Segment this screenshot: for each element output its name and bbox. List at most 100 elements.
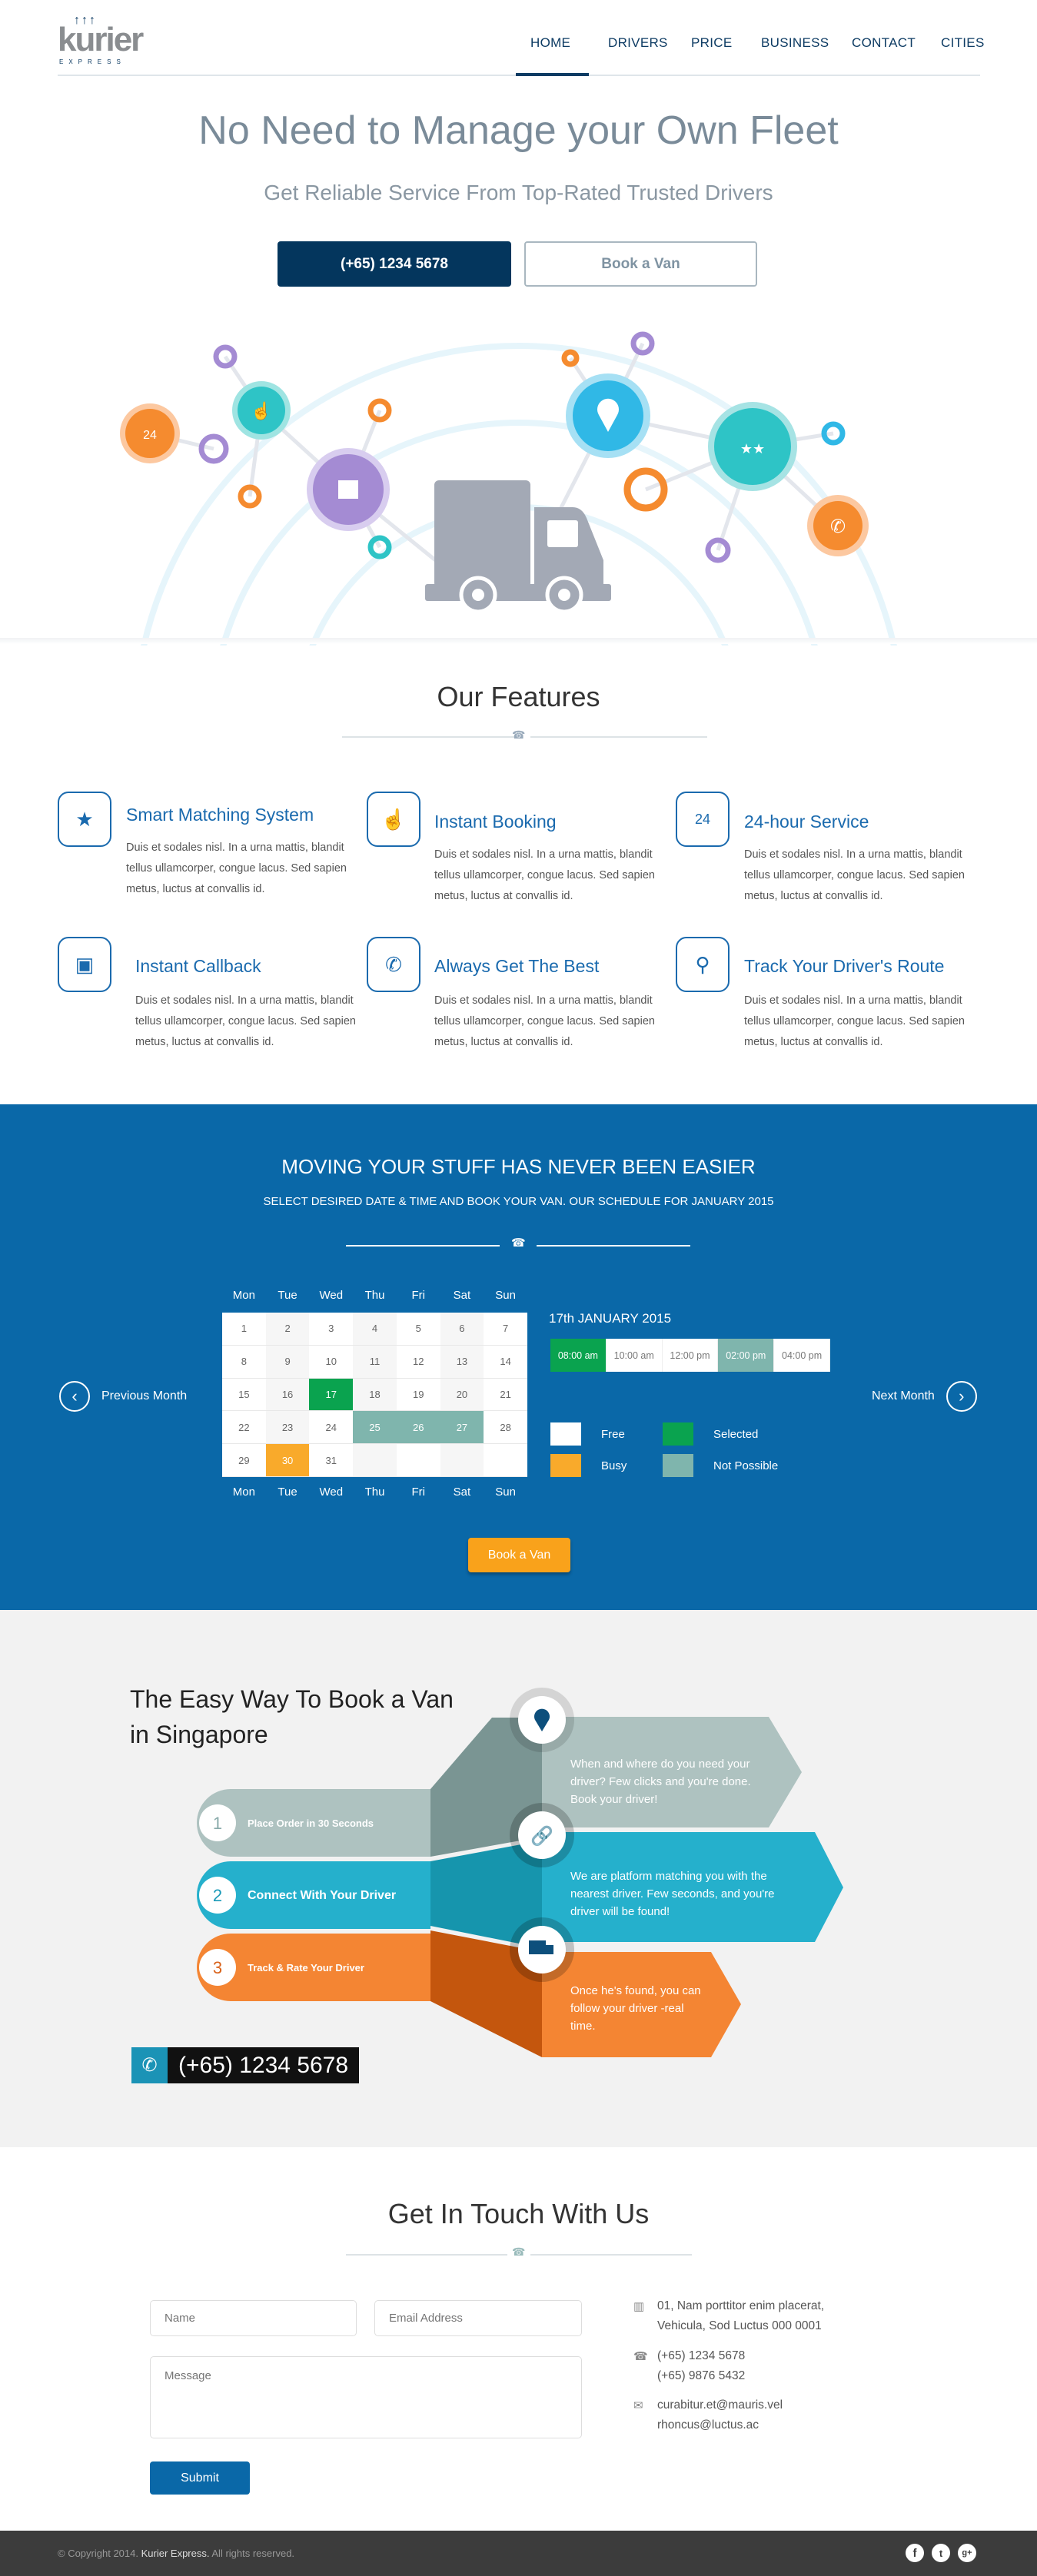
facebook-icon[interactable]: f [906,2544,924,2562]
calendar-day[interactable]: 13 [440,1345,484,1379]
calendar-day[interactable]: 6 [440,1313,484,1346]
weekday-label: Tue [278,1289,297,1302]
legend-selected: Selected [663,1422,758,1446]
nav-business[interactable]: BUSINESS [761,35,829,51]
feature-title: Always Get The Best [434,956,600,976]
box-icon: ☎ [511,1237,526,1250]
time-slot[interactable]: 12:00 pm [663,1339,719,1372]
weekday-header-bottom: Mon Tue Wed Thu Fri Sat Sun [222,1486,527,1499]
nav-cities[interactable]: CITIES [941,35,985,51]
calendar-day[interactable]: 17 [309,1378,354,1412]
calendar-day[interactable]: 18 [353,1378,397,1412]
next-month-label: Next Month [872,1389,935,1403]
contact-phones: (+65) 1234 5678 (+65) 9876 5432 [657,2349,746,2382]
book-van-submit-button[interactable]: Book a Van [468,1538,570,1572]
nav-drivers[interactable]: DRIVERS [608,35,668,51]
calendar-day[interactable]: 5 [396,1313,440,1346]
nav-price[interactable]: PRICE [691,35,732,51]
calendar-day[interactable]: 7 [484,1313,527,1346]
message-textarea[interactable] [150,2356,582,2438]
calendar-day[interactable]: 30 [265,1444,310,1477]
feature-text: Duis et sodales nisl. In a urna mattis, … [135,994,356,1048]
previous-month-button[interactable]: ‹ Previous Month [59,1381,187,1412]
logo-text: kurier [58,21,144,58]
weekday-label: Sun [495,1289,516,1302]
svg-text:time.: time. [570,2020,596,2033]
calendar-day[interactable]: 8 [222,1346,266,1379]
time-slot[interactable]: 08:00 am [550,1339,607,1372]
calendar-day[interactable]: 21 [484,1379,527,1412]
divider-line [537,1245,690,1247]
google-plus-icon[interactable]: g+ [958,2544,976,2562]
calendar-day[interactable]: 15 [222,1379,266,1412]
contact-address: 01, Nam porttitor enim placerat, Vehicula… [657,2299,825,2332]
calendar-day[interactable]: 20 [440,1378,484,1412]
calendar-day[interactable]: 23 [265,1411,310,1445]
feature-text: Duis et sodales nisl. In a urna mattis, … [434,994,655,1048]
calendar-day[interactable]: 24 [309,1411,354,1445]
weekday-label: Sat [453,1289,471,1302]
name-input[interactable] [150,2300,357,2336]
calendar-day[interactable]: 2 [265,1313,310,1346]
svg-text:Once he's found, you can: Once he's found, you can [570,1984,701,1997]
hero-shadow [0,638,1037,644]
svg-text:driver? Few clicks and you're: driver? Few clicks and you're done. [570,1775,751,1788]
weekday-label: Sun [495,1486,516,1499]
divider-line [346,1245,500,1247]
svg-text:nearest driver. Few seconds, a: nearest driver. Few seconds, and you're [570,1887,775,1900]
calendar-empty-cell [353,1444,397,1477]
calendar-day[interactable]: 26 [396,1411,440,1445]
calendar-day[interactable]: 27 [440,1411,484,1445]
weekday-label: Thu [364,1289,385,1302]
calendar-day[interactable]: 16 [265,1378,310,1412]
svg-text:When and where do you need you: When and where do you need your [570,1758,750,1771]
calendar-day[interactable]: 25 [353,1411,397,1445]
weekday-label: Wed [319,1289,344,1302]
calendar-day[interactable]: 4 [353,1313,397,1346]
calendar-day[interactable]: 11 [353,1345,397,1379]
calendar-day[interactable]: 12 [396,1346,440,1379]
time-slot[interactable]: 04:00 pm [774,1339,830,1372]
features-title: Our Features [437,681,600,712]
phone-icon: ✆ [367,937,420,992]
time-slot[interactable]: 10:00 am [607,1339,663,1372]
phone-icon: ☎ [633,2350,648,2363]
feature-title: Instant Booking [434,812,557,832]
calendar-day[interactable]: 29 [222,1444,266,1477]
svg-text:☝: ☝ [251,400,271,421]
svg-text:Book your driver!: Book your driver! [570,1793,657,1806]
calendar-day[interactable]: 28 [484,1411,527,1445]
calendar-day[interactable]: 3 [309,1313,354,1346]
submit-button[interactable]: Submit [150,2461,250,2495]
svg-text:Connect With Your Driver: Connect With Your Driver [248,1889,396,1902]
step-1-arrow [542,1717,802,1827]
phone-24-node: 24 [120,403,180,463]
selected-date: 17th JANUARY 2015 [549,1311,672,1326]
calendar-day[interactable]: 22 [222,1411,266,1445]
calendar-day[interactable]: 19 [396,1379,440,1412]
weekday-label: Fri [411,1486,425,1499]
svg-text:3: 3 [213,1958,222,1977]
calendar-day[interactable]: 1 [222,1313,266,1346]
phone-button[interactable]: (+65) 1234 5678 [278,241,511,287]
nav-contact[interactable]: CONTACT [852,35,916,51]
time-slot[interactable]: 02:00 pm [718,1339,775,1372]
feature-text: Duis et sodales nisl. In a urna mattis, … [434,848,655,902]
calendar-day[interactable]: 31 [309,1444,354,1477]
contact-emails: curabitur.et@mauris.vel rhoncus@luctus.ac [657,2398,783,2432]
svg-text:24: 24 [143,429,157,442]
feature-title: Track Your Driver's Route [744,956,945,976]
svg-text:driver will be found!: driver will be found! [570,1905,670,1918]
calendar-day[interactable]: 10 [309,1346,354,1379]
nav-home[interactable]: HOME [530,35,570,51]
email-input[interactable] [374,2300,582,2336]
twitter-icon[interactable]: t [932,2544,950,2562]
next-month-button[interactable]: Next Month › [872,1381,977,1412]
calendar-day[interactable]: 14 [484,1346,527,1379]
steps-phone-badge[interactable]: ✆ (+65) 1234 5678 [131,2047,360,2083]
book-van-button[interactable]: Book a Van [524,241,757,287]
logo[interactable]: ↑↑↑ kurier EXPRESS [58,14,150,65]
box-icon: ☎ [512,2246,526,2258]
box-icon: ▣ [58,937,111,992]
calendar-day[interactable]: 9 [265,1345,310,1379]
